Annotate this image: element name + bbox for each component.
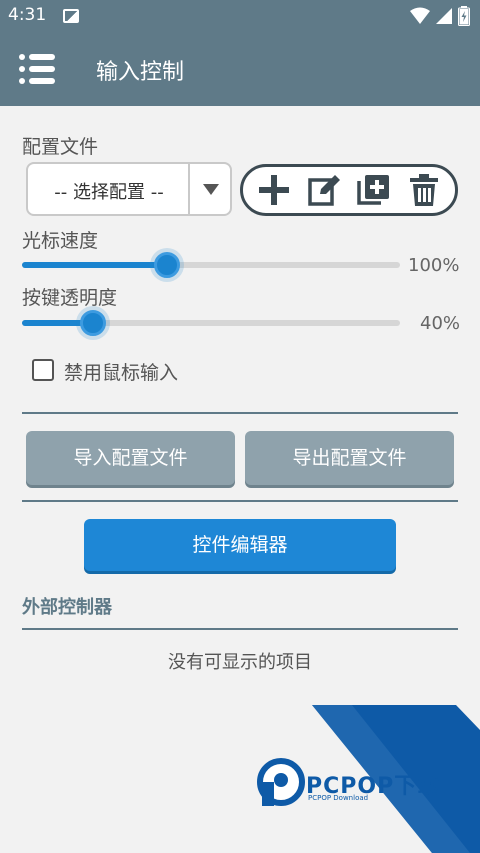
watermark-background: [257, 705, 480, 853]
watermark-subtitle: PCPOP Download: [308, 794, 369, 802]
